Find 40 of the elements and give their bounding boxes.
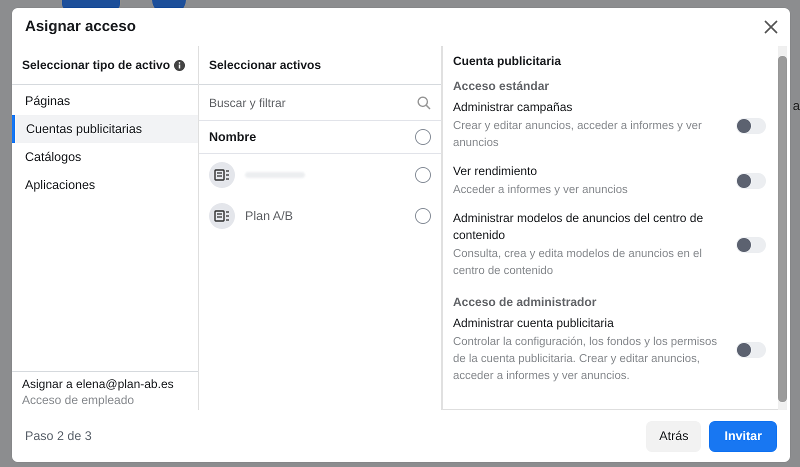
asset-checkbox[interactable] [415,166,431,182]
permission-description: Consulta, crea y edita modelos de anuncios en el centro de contenido [453,247,703,279]
section-title: Cuenta publicitaria [453,53,562,70]
asset-type-item[interactable]: Catálogos [12,143,198,171]
asset-type-item[interactable]: Aplicaciones [12,171,198,199]
asset-type-item[interactable]: Páginas [12,87,198,115]
section-subtitle: Acceso de administrador [453,295,598,309]
scrollbar[interactable] [778,46,787,410]
access-type-label: Acceso de empleado [22,392,136,408]
step-indicator: Paso 2 de 3 [25,429,92,443]
column-heading: Seleccionar activos [209,58,322,72]
permission-toggle[interactable] [736,118,766,134]
section-subtitle: Acceso estándar [453,79,550,93]
invite-button[interactable]: Invitar [709,420,777,452]
permission-name: Administrar campañas [453,99,574,116]
permission-name: Administrar cuenta publicitaria [453,315,615,332]
asset-checkbox[interactable] [415,208,431,224]
permission-description: Crear y editar anuncios, acceder a informes y ver anuncios [453,119,703,151]
permission-description: Acceder a informes y ver anuncios [453,183,629,198]
close-icon[interactable] [762,18,780,36]
select-all-checkbox[interactable] [415,129,431,145]
back-button[interactable]: Atrás [646,420,702,452]
assignee-label: Asignar a elena@plan-ab.es [22,376,175,392]
asset-name: Plan A/B [245,208,294,222]
permission-name: Administrar modelos de anuncios del centro de contenido [453,210,704,244]
search-field[interactable]: Buscar y filtrar [209,92,417,114]
dialog-title: Asignar acceso [25,18,136,35]
permission-description: Controlar la configuración, los fondos y los permisos de la cuenta publicitaria. Crear y editar anuncios, acceder a informes y ver anuncios. [453,335,718,384]
ad-account-icon [209,162,235,188]
column-heading: Seleccionar tipo de activo [22,58,170,72]
permission-toggle[interactable] [736,342,766,358]
asset-type-item[interactable]: Cuentas publicitarias [12,115,198,143]
ad-account-icon [209,202,235,228]
permission-toggle[interactable] [736,237,766,253]
permission-toggle[interactable] [736,173,766,189]
search-icon [417,96,431,110]
permission-name: Ver rendimiento [453,163,538,180]
info-icon [174,60,186,70]
backdrop-text: a [792,98,800,113]
column-header: Nombre [209,130,258,144]
